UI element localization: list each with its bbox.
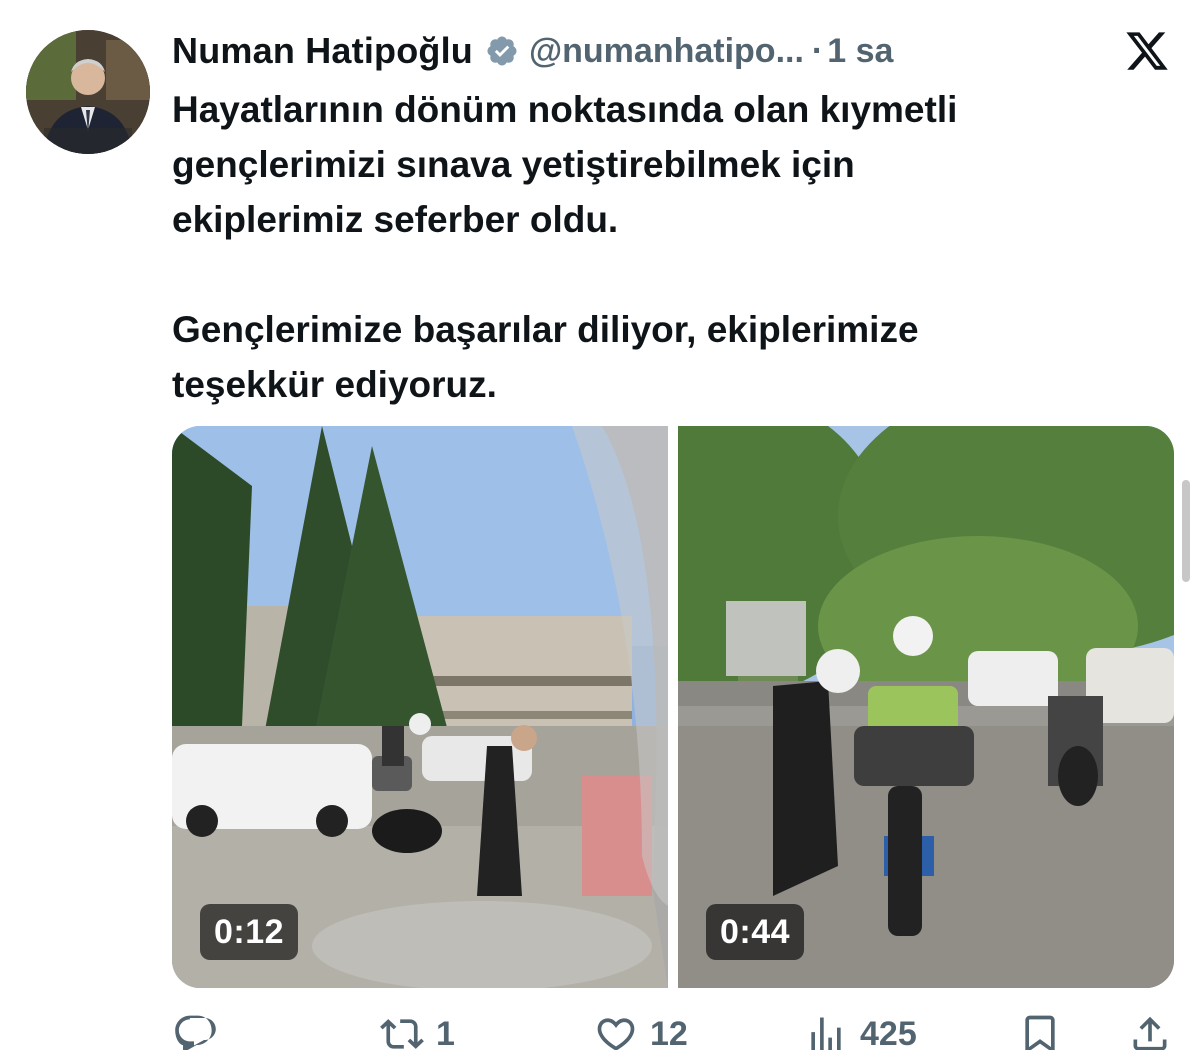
avatar[interactable] xyxy=(26,30,150,154)
share-button[interactable] xyxy=(1128,1010,1172,1050)
retweet-icon xyxy=(380,1019,424,1049)
reply-button[interactable] xyxy=(172,1010,228,1050)
media-grid: 0:12 0:44 xyxy=(172,426,1174,988)
verified-badge-icon xyxy=(487,36,517,66)
action-bar: 1 12 425 xyxy=(172,1010,1172,1050)
heart-icon xyxy=(597,1018,635,1050)
view-count: 425 xyxy=(860,1014,917,1050)
separator-dot: · xyxy=(811,31,824,70)
video-thumbnail-2[interactable]: 0:44 xyxy=(678,426,1174,988)
display-name[interactable]: Numan Hatipoğlu xyxy=(172,30,473,72)
bookmark-button[interactable] xyxy=(1018,1010,1062,1050)
like-button[interactable]: 12 xyxy=(594,1010,688,1050)
tweet-header: Numan Hatipoğlu @numanhatipo... · 1 sa xyxy=(172,28,1020,74)
like-count: 12 xyxy=(650,1014,688,1050)
scrollbar[interactable] xyxy=(1182,480,1190,582)
avatar-image xyxy=(26,30,150,154)
x-logo-icon xyxy=(1126,32,1168,70)
retweet-count: 1 xyxy=(436,1014,455,1050)
reply-icon xyxy=(175,1015,216,1050)
bookmark-icon xyxy=(1025,1015,1055,1050)
video-thumbnail-1[interactable]: 0:12 xyxy=(172,426,668,988)
share-icon xyxy=(1133,1016,1167,1050)
video-duration-badge: 0:12 xyxy=(200,904,299,960)
timestamp[interactable]: 1 sa xyxy=(827,32,893,71)
handle[interactable]: @numanhatipo... xyxy=(529,32,804,71)
retweet-button[interactable]: 1 xyxy=(380,1010,455,1050)
tweet-text: Hayatlarının dönüm noktasında olan kıyme… xyxy=(172,89,958,405)
video-duration-badge: 0:44 xyxy=(706,904,805,960)
views-icon xyxy=(811,1017,841,1050)
views-button[interactable]: 425 xyxy=(804,1010,917,1050)
